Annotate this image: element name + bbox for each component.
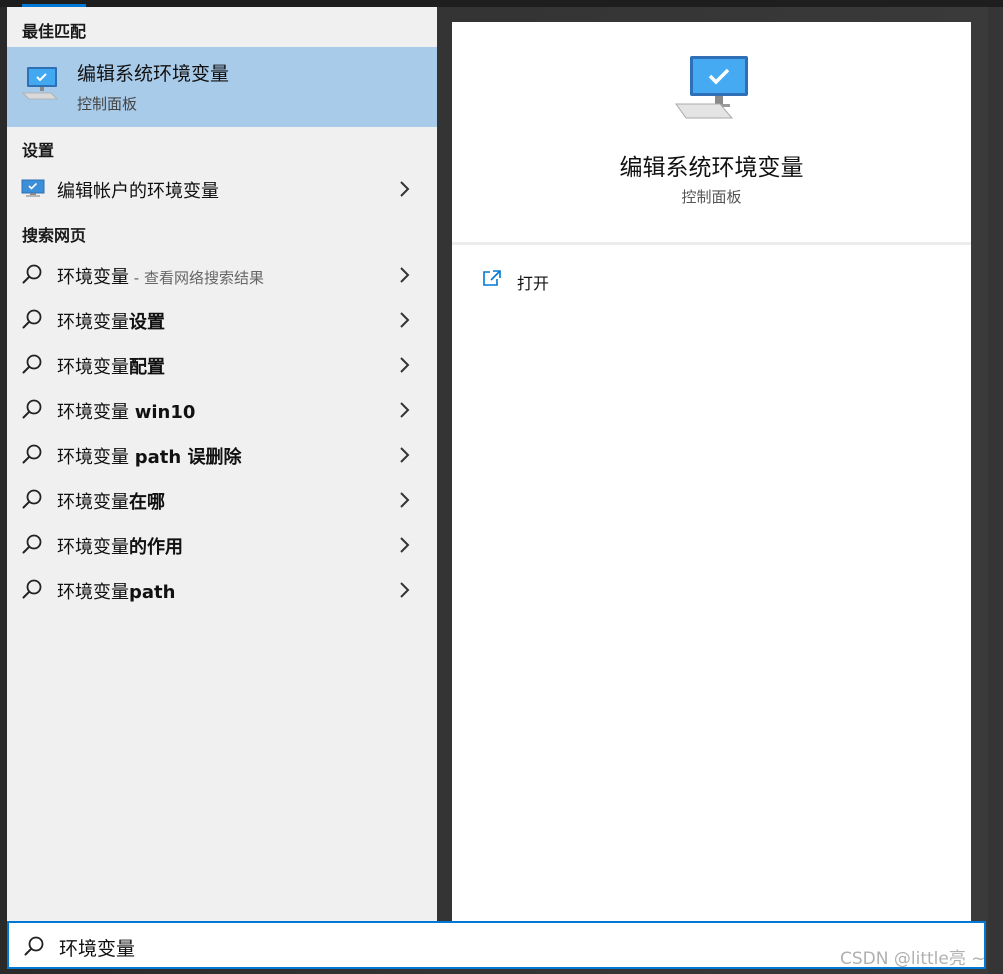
- preview-title: 编辑系统环境变量: [619, 155, 804, 181]
- web-result-item[interactable]: 环境变量的作用: [7, 523, 437, 567]
- preview-subtitle: 控制面板: [681, 188, 742, 206]
- web-result-item[interactable]: 环境变量设置: [7, 298, 437, 342]
- computer-monitor-icon: [22, 67, 58, 100]
- chevron-right-icon: [400, 312, 410, 328]
- computer-monitor-icon: [675, 56, 748, 119]
- open-action-label: 打开: [517, 274, 550, 293]
- web-result-label: 环境变量在哪: [57, 492, 165, 513]
- open-external-icon: [483, 270, 501, 286]
- desktop-edge: [988, 7, 1003, 974]
- web-result-label: 环境变量配置: [57, 357, 165, 378]
- settings-item-label: 编辑帐户的环境变量: [57, 181, 219, 202]
- settings-item-edit-account-env[interactable]: 编辑帐户的环境变量: [7, 167, 437, 211]
- web-result-label: 环境变量设置: [57, 312, 165, 333]
- chevron-right-icon: [400, 582, 410, 598]
- top-bar: [0, 0, 1003, 7]
- search-icon: [22, 399, 42, 419]
- web-result-item[interactable]: 环境变量 win10: [7, 388, 437, 432]
- web-result-item[interactable]: 环境变量 - 查看网络搜索结果: [7, 253, 437, 297]
- chevron-right-icon: [400, 267, 410, 283]
- best-match-item[interactable]: 编辑系统环境变量 控制面板: [7, 47, 437, 127]
- web-result-item[interactable]: 环境变量 path 误删除: [7, 433, 437, 477]
- search-icon: [22, 264, 42, 284]
- chevron-right-icon: [400, 357, 410, 373]
- web-result-label: 环境变量的作用: [57, 537, 183, 558]
- open-action[interactable]: 打开: [478, 266, 598, 296]
- search-icon: [22, 534, 42, 554]
- web-result-label: 环境变量 win10: [57, 402, 196, 423]
- watermark: CSDN @little亮 ~: [840, 949, 986, 969]
- computer-monitor-icon: [21, 179, 45, 197]
- search-icon: [22, 354, 42, 374]
- web-result-label: 环境变量 - 查看网络搜索结果: [57, 267, 264, 288]
- section-settings: 设置: [22, 141, 55, 160]
- search-icon: [22, 309, 42, 329]
- chevron-right-icon: [400, 447, 410, 463]
- preview-actions-pane: [452, 245, 971, 921]
- search-icon: [22, 489, 42, 509]
- web-result-item[interactable]: 环境变量配置: [7, 343, 437, 387]
- chevron-right-icon: [400, 181, 410, 197]
- chevron-right-icon: [400, 537, 410, 553]
- best-match-subtitle: 控制面板: [77, 95, 138, 113]
- best-match-title: 编辑系统环境变量: [77, 63, 230, 85]
- web-result-label: 环境变量path: [57, 582, 176, 603]
- search-icon: [22, 444, 42, 464]
- search-input[interactable]: [57, 931, 821, 963]
- section-best-match: 最佳匹配: [22, 22, 87, 41]
- chevron-right-icon: [400, 492, 410, 508]
- chevron-right-icon: [400, 402, 410, 418]
- web-result-item[interactable]: 环境变量在哪: [7, 478, 437, 522]
- web-result-label: 环境变量 path 误删除: [57, 447, 242, 468]
- search-icon: [22, 579, 42, 599]
- section-web: 搜索网页: [22, 226, 87, 245]
- search-icon: [24, 936, 44, 956]
- web-result-item[interactable]: 环境变量path: [7, 568, 437, 612]
